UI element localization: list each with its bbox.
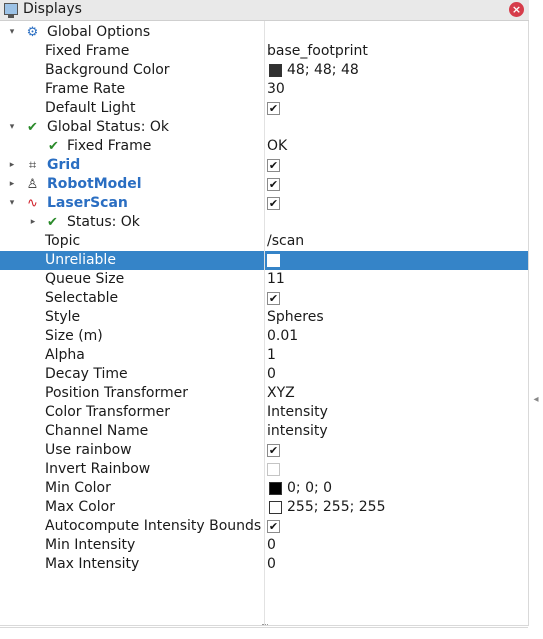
property-name: Selectable <box>45 290 119 306</box>
property-name: LaserScan <box>47 195 128 211</box>
property-name: Frame Rate <box>45 81 126 97</box>
color-swatch[interactable] <box>269 482 282 495</box>
property-name: Default Light <box>45 100 136 116</box>
property-value[interactable]: /scan <box>267 232 304 251</box>
checkbox-unchecked[interactable] <box>267 463 280 476</box>
property-value[interactable]: OK <box>267 137 287 156</box>
property-name: Size (m) <box>45 328 103 344</box>
property-value[interactable]: 30 <box>267 80 285 99</box>
property-value[interactable]: 0 <box>267 365 276 384</box>
robot-model-icon: ♙ <box>26 177 39 192</box>
splitter-handle-icon[interactable]: ◂ <box>529 390 543 410</box>
property-value[interactable]: 1 <box>267 346 276 365</box>
property-name: Topic <box>45 233 81 249</box>
property-name: Autocompute Intensity Bounds <box>45 518 262 534</box>
monitor-icon <box>4 3 18 18</box>
property-name: Queue Size <box>45 271 125 287</box>
property-name: Background Color <box>45 62 170 78</box>
property-name: RobotModel <box>47 176 142 192</box>
checkbox-checked[interactable]: ✔ <box>267 444 280 457</box>
gear-icon: ⚙ <box>26 25 39 40</box>
expand-arrow-icon[interactable]: ▾ <box>7 23 17 42</box>
property-value[interactable]: Intensity <box>267 403 328 422</box>
property-value[interactable]: 0 <box>267 536 276 555</box>
color-value[interactable]: 0; 0; 0 <box>287 479 332 498</box>
expand-arrow-icon[interactable]: ▾ <box>7 118 17 137</box>
checkbox-checked[interactable]: ✔ <box>267 159 280 172</box>
color-value[interactable]: 48; 48; 48 <box>287 61 359 80</box>
property-value[interactable]: 11 <box>267 270 285 289</box>
collapse-arrow-icon[interactable]: ▸ <box>28 213 38 232</box>
check-icon: ✔ <box>47 215 58 230</box>
property-name: Global Options <box>47 24 151 40</box>
checkbox-checked[interactable]: ✔ <box>267 520 280 533</box>
displays-titlebar: Displays × <box>0 0 529 21</box>
checkbox-checked[interactable]: ✔ <box>267 102 280 115</box>
close-icon[interactable]: × <box>509 2 524 17</box>
expand-arrow-icon[interactable]: ▾ <box>7 194 17 213</box>
checkbox-checked[interactable]: ✔ <box>267 178 280 191</box>
property-value[interactable]: 0.01 <box>267 327 298 346</box>
property-name: Position Transformer <box>45 385 188 401</box>
checkbox-checked[interactable]: ✔ <box>267 197 280 210</box>
property-name: Decay Time <box>45 366 128 382</box>
property-value[interactable]: 0 <box>267 555 276 574</box>
property-name: Alpha <box>45 347 85 363</box>
color-value[interactable]: 255; 255; 255 <box>287 498 386 517</box>
property-name: Min Color <box>45 480 111 496</box>
checkbox-unchecked[interactable] <box>267 254 280 267</box>
property-value[interactable]: base_footprint <box>267 42 368 61</box>
property-value[interactable]: Spheres <box>267 308 324 327</box>
splitter-grip[interactable] <box>262 624 268 628</box>
property-value[interactable]: XYZ <box>267 384 295 403</box>
property-name: Min Intensity <box>45 537 136 553</box>
bottom-panel <box>0 624 528 639</box>
collapse-arrow-icon[interactable]: ▸ <box>7 175 17 194</box>
property-name: Fixed Frame <box>67 138 152 154</box>
property-name: Max Color <box>45 499 115 515</box>
property-name: Fixed Frame <box>45 43 130 59</box>
property-name: Global Status: Ok <box>47 119 170 135</box>
check-icon: ✔ <box>48 139 59 154</box>
property-name: Use rainbow <box>45 442 132 458</box>
color-swatch[interactable] <box>269 64 282 77</box>
property-name: Status: Ok <box>67 214 140 230</box>
property-name: Invert Rainbow <box>45 461 151 477</box>
property-name: Max Intensity <box>45 556 140 572</box>
collapse-arrow-icon[interactable]: ▸ <box>7 156 17 175</box>
property-name: Color Transformer <box>45 404 171 420</box>
column-divider[interactable] <box>264 21 265 625</box>
property-name: Unreliable <box>45 252 116 268</box>
check-icon: ✔ <box>27 120 38 135</box>
checkbox-checked[interactable]: ✔ <box>267 292 280 305</box>
property-name: Style <box>45 309 81 325</box>
laser-scan-icon: ∿ <box>27 196 38 211</box>
property-name: Channel Name <box>45 423 149 439</box>
property-value[interactable]: intensity <box>267 422 328 441</box>
panel-title: Displays <box>23 1 82 17</box>
grid-icon: ⌗ <box>28 158 37 173</box>
property-name: Grid <box>47 157 81 173</box>
color-swatch[interactable] <box>269 501 282 514</box>
